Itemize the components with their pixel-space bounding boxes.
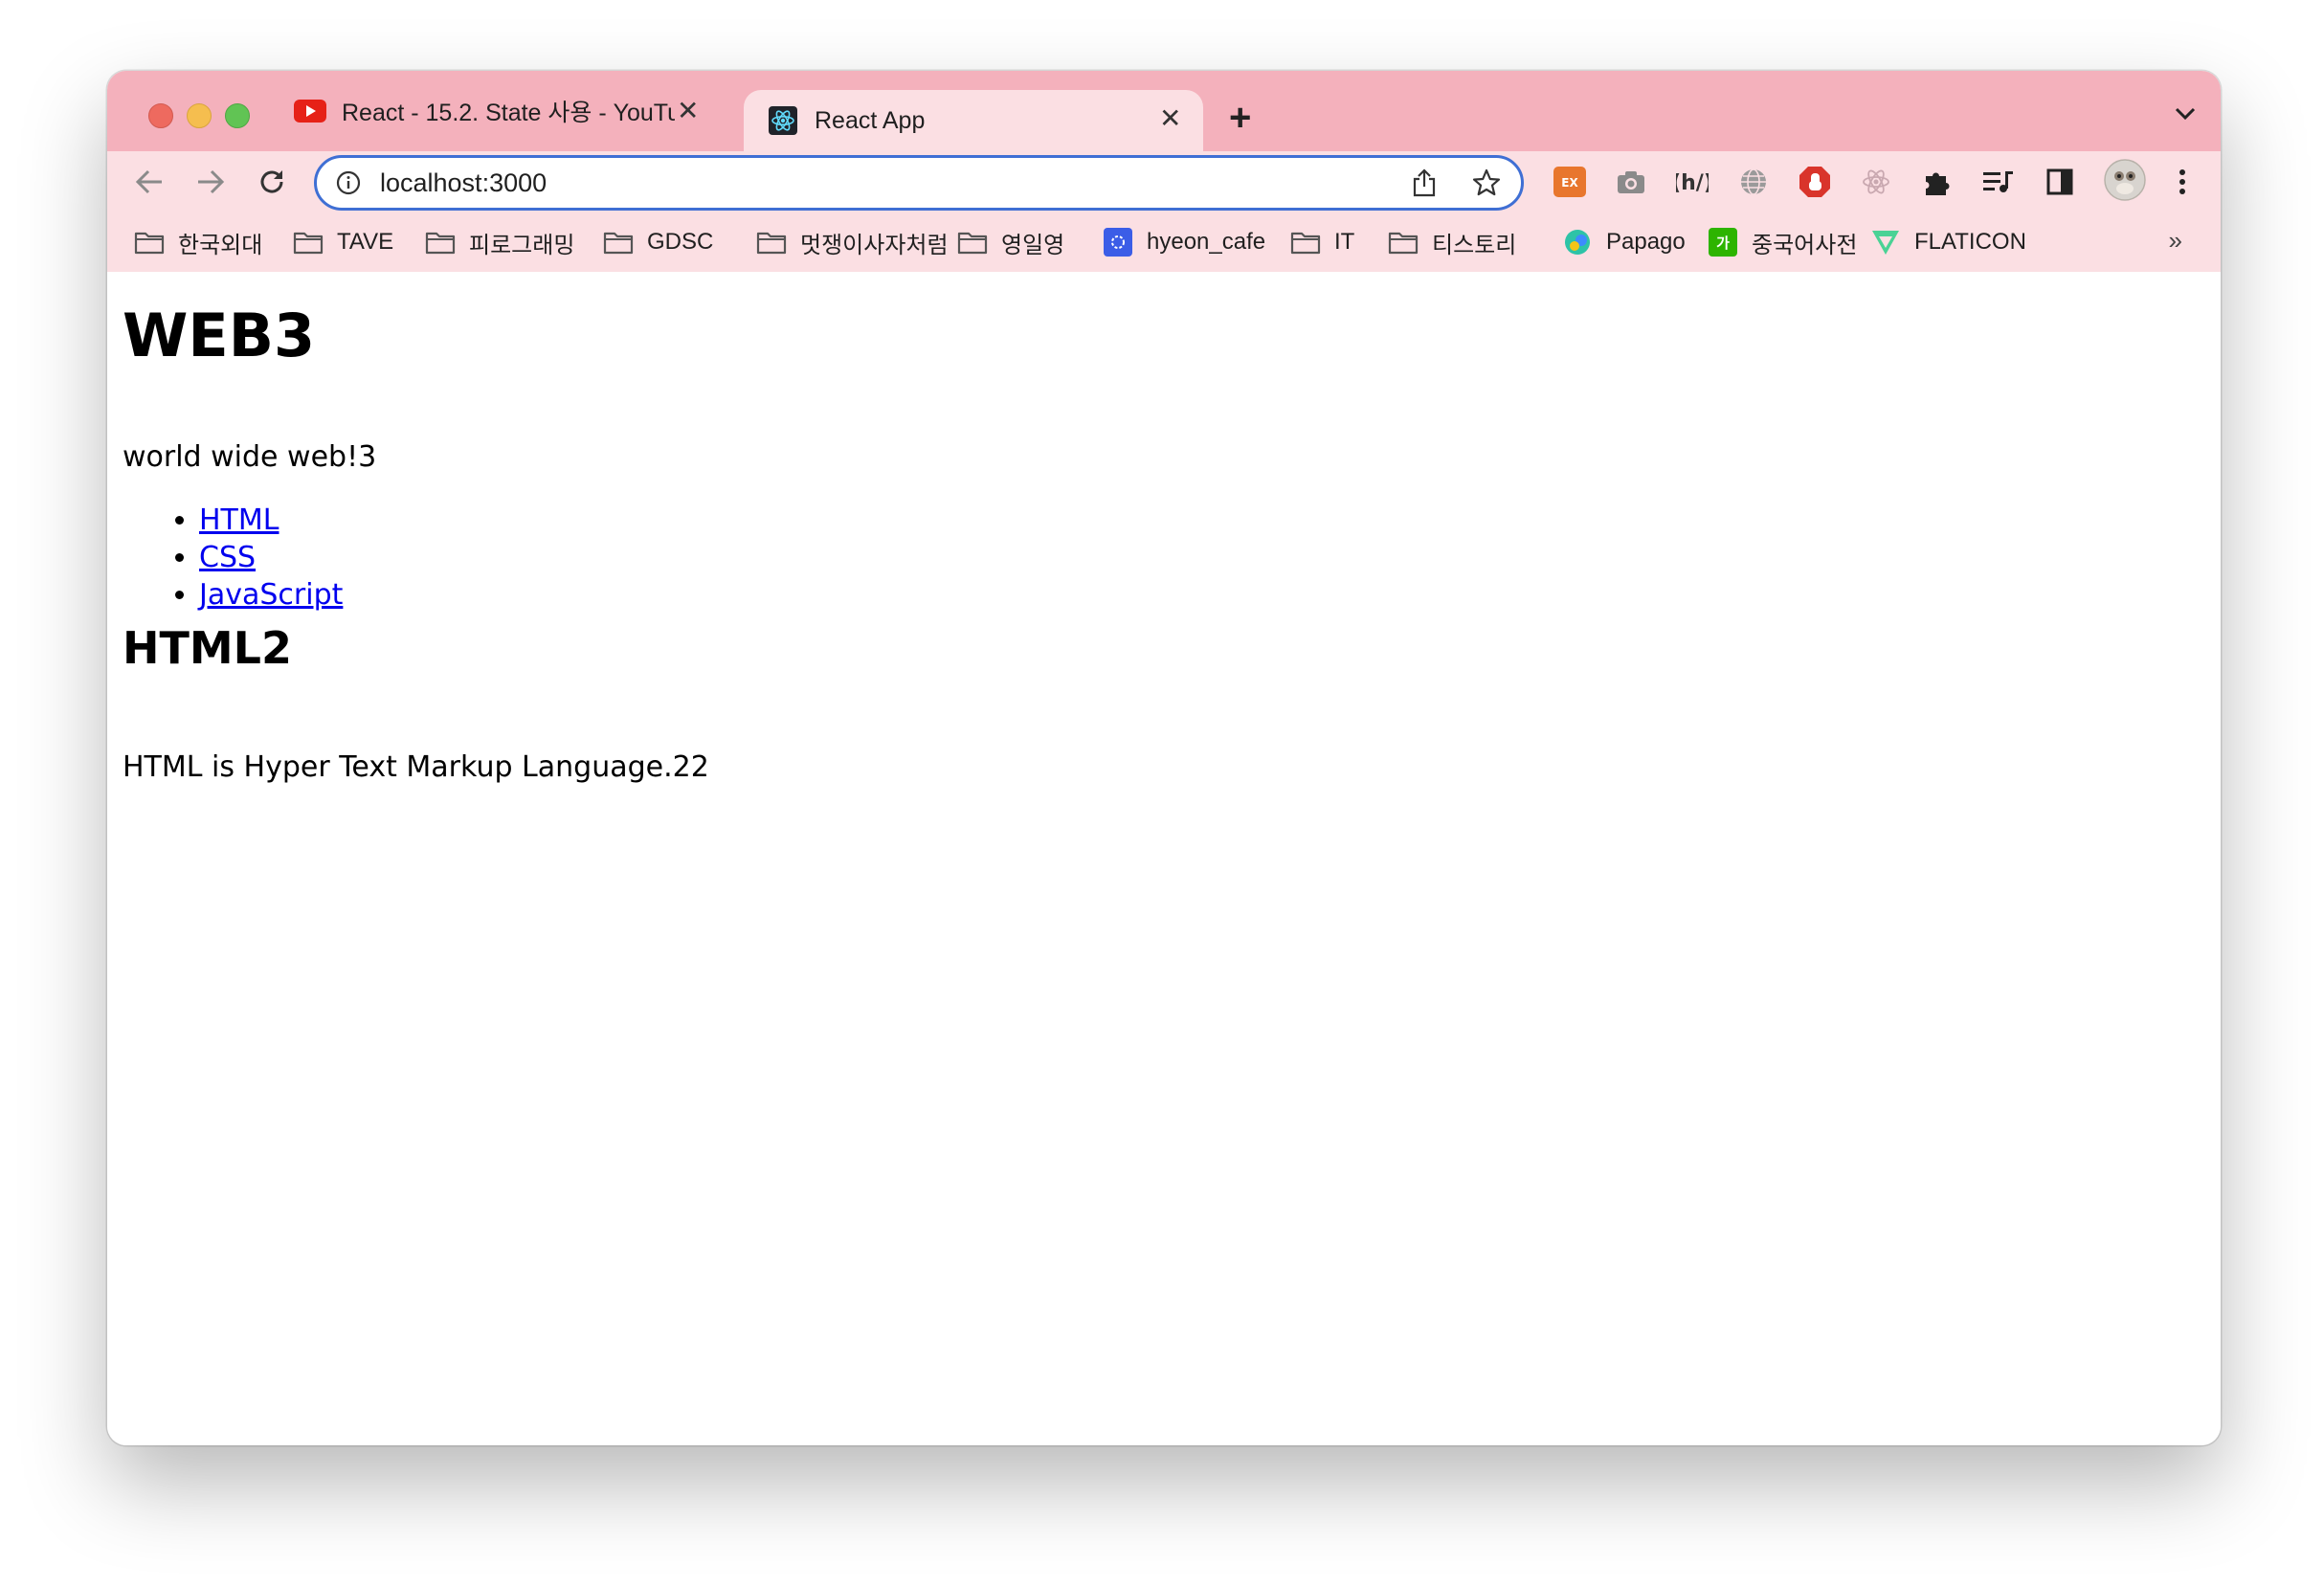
folder-icon	[756, 229, 787, 256]
bookmark-item[interactable]: FLATICON	[1870, 226, 2026, 258]
list-item: HTML	[199, 502, 343, 539]
folder-icon	[1388, 229, 1419, 256]
bookmarks-bar: 한국외대 TAVE 피로그래밍 GDSC 멋쟁이사자처럼 영일영 hyeon_cafe IT 티…	[107, 212, 2221, 273]
bookmark-item[interactable]: 영일영	[957, 226, 1064, 258]
side-panel-icon[interactable]	[2043, 165, 2077, 199]
tab-strip: React - 15.2. State 사용 - YouTu ✕ React A…	[107, 71, 2221, 151]
bookmark-label: Papago	[1606, 229, 1686, 255]
nav-link-html[interactable]: HTML	[199, 503, 279, 537]
bookmark-label: 중국어사전	[1752, 232, 1858, 258]
folder-icon	[603, 229, 634, 256]
bookmark-star-icon[interactable]	[1471, 168, 1502, 203]
bookmark-item[interactable]: 피로그래밍	[425, 226, 574, 258]
dictionary-icon: 가	[1708, 228, 1738, 257]
folder-icon	[957, 229, 988, 256]
tab-title: React - 15.2. State 사용 - YouTu	[342, 100, 675, 126]
bookmark-label: GDSC	[647, 229, 714, 255]
bookmark-label: 티스토리	[1432, 232, 1517, 258]
profile-avatar[interactable]	[2104, 159, 2146, 201]
bookmark-item[interactable]: IT	[1290, 226, 1354, 258]
media-controls-icon[interactable]	[1981, 165, 2016, 199]
bookmark-label: FLATICON	[1914, 229, 2026, 255]
page-title: WEB3	[123, 301, 316, 370]
bookmark-label: hyeon_cafe	[1147, 229, 1266, 255]
ex-extension-icon[interactable]: EX	[1553, 165, 1587, 199]
puzzle-icon[interactable]	[1920, 165, 1955, 199]
react-icon	[767, 106, 799, 135]
folder-icon	[1290, 229, 1321, 256]
svg-text:EX: EX	[1561, 176, 1578, 190]
list-item: JavaScript	[199, 576, 343, 614]
svg-text:(h/): (h/)	[1676, 171, 1709, 195]
camera-icon[interactable]	[1614, 165, 1648, 199]
globe-icon[interactable]	[1736, 165, 1771, 199]
browser-menu-icon[interactable]	[2165, 165, 2200, 199]
minimize-window-button[interactable]	[187, 103, 212, 128]
page-viewport: WEB3 world wide web!3 HTML CSS JavaScrip…	[107, 272, 2221, 1445]
maximize-window-button[interactable]	[225, 103, 250, 128]
folder-icon	[293, 229, 324, 256]
folder-icon	[134, 229, 165, 256]
cafe-icon	[1103, 228, 1133, 257]
tab-search-chevron-icon[interactable]	[2175, 107, 2196, 125]
new-tab-button[interactable]: +	[1229, 99, 1251, 137]
site-info-icon[interactable]	[336, 170, 361, 200]
bookmark-label: 멋쟁이사자처럼	[800, 232, 949, 258]
close-window-button[interactable]	[148, 103, 173, 128]
youtube-icon	[294, 100, 326, 123]
bookmark-label: IT	[1334, 229, 1355, 255]
close-tab-icon[interactable]: ✕	[677, 98, 699, 124]
wappalyzer-icon[interactable]: (h/)	[1675, 165, 1709, 199]
nav-link-css[interactable]: CSS	[199, 541, 256, 574]
tab-react-app[interactable]: React App ✕	[744, 90, 1203, 151]
share-icon[interactable]	[1412, 168, 1437, 202]
bookmark-item[interactable]: Papago	[1562, 226, 1686, 258]
article-title: HTML2	[123, 622, 292, 674]
address-bar[interactable]: localhost:3000	[314, 155, 1524, 211]
toolbar: localhost:3000 EX (h/)	[107, 151, 2221, 212]
nav-list: HTML CSS JavaScript	[123, 502, 343, 614]
url-text: localhost:3000	[380, 168, 547, 197]
bookmarks-overflow-button[interactable]: »	[2169, 226, 2182, 256]
react-devtools-icon[interactable]	[1859, 165, 1893, 199]
flaticon-icon	[1870, 229, 1901, 256]
close-tab-icon[interactable]: ✕	[1159, 105, 1181, 132]
bookmark-item[interactable]: 가 중국어사전	[1708, 226, 1857, 258]
reload-button[interactable]	[257, 167, 287, 197]
svg-text:가: 가	[1716, 235, 1730, 252]
papago-icon	[1562, 229, 1593, 256]
bookmark-item[interactable]: 티스토리	[1388, 226, 1516, 258]
bookmark-item[interactable]: GDSC	[603, 226, 713, 258]
folder-icon	[425, 229, 456, 256]
list-item: CSS	[199, 539, 343, 576]
forward-button[interactable]	[195, 167, 226, 197]
bookmark-item[interactable]: 멋쟁이사자처럼	[756, 226, 949, 258]
browser-window: React - 15.2. State 사용 - YouTu ✕ React A…	[107, 71, 2221, 1445]
bookmark-label: TAVE	[337, 229, 394, 255]
bookmark-item[interactable]: TAVE	[293, 226, 393, 258]
back-button[interactable]	[134, 167, 165, 197]
adblock-icon[interactable]	[1798, 165, 1832, 199]
bookmark-item[interactable]: hyeon_cafe	[1103, 226, 1265, 258]
bookmark-label: 피로그래밍	[469, 232, 575, 258]
bookmark-item[interactable]: 한국외대	[134, 226, 262, 258]
bookmark-label: 영일영	[1001, 232, 1065, 258]
nav-link-javascript[interactable]: JavaScript	[199, 578, 343, 612]
page-subtitle: world wide web!3	[123, 440, 377, 474]
bookmark-label: 한국외대	[178, 232, 263, 258]
article-body: HTML is Hyper Text Markup Language.22	[123, 750, 709, 784]
tab-title: React App	[815, 106, 926, 134]
